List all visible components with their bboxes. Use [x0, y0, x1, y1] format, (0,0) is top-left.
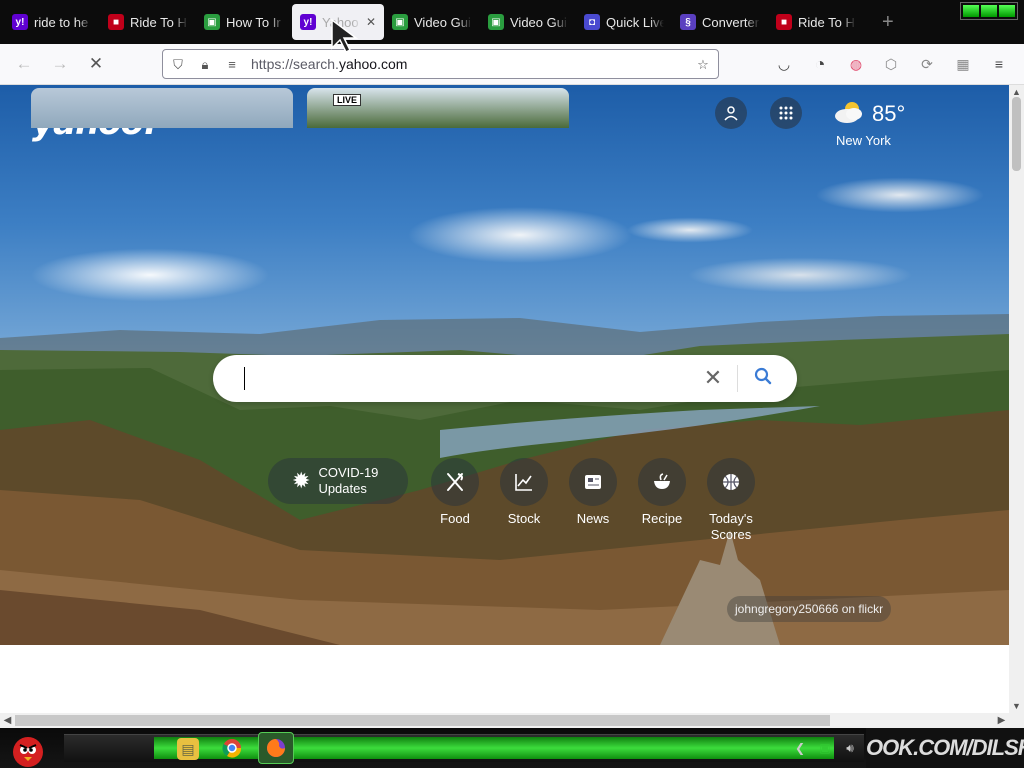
search-divider	[737, 365, 738, 392]
tab-6[interactable]: ▣ Video Gui	[480, 4, 576, 40]
scroll-thumb-horizontal[interactable]	[15, 715, 830, 726]
news-card-1[interactable]	[31, 88, 293, 128]
quick-link-todays-scores[interactable]: Today's Scores	[702, 458, 760, 543]
convert-icon: §	[680, 14, 696, 30]
chrome-icon[interactable]	[221, 738, 243, 760]
tab-7[interactable]: ◘ Quick Live	[576, 4, 672, 40]
bowl-icon	[638, 458, 686, 506]
extension-icon[interactable]: ▦	[953, 54, 973, 74]
taskbar: ▤ ❮ ▣ 🔊︎ OOK.COM/DILSHADS	[0, 728, 1024, 768]
extension-circle-icon[interactable]: ◔	[810, 54, 830, 74]
yahoo-icon: y!	[12, 14, 28, 30]
screen: y! ride to he ■ Ride To H ▣ How To Ir y!…	[0, 0, 1024, 768]
quick-link-news[interactable]: News	[568, 458, 618, 527]
scroll-right-icon[interactable]: ▶	[994, 713, 1009, 728]
url-bar[interactable]: ⛉ 🔒︎ ≡ https://search.yahoo.com ☆	[162, 49, 719, 79]
folder-icon[interactable]: ▤	[177, 738, 199, 760]
start-button[interactable]	[6, 728, 46, 768]
quick-link-label: News	[576, 511, 610, 526]
search-icon[interactable]	[749, 365, 777, 393]
clear-search-icon[interactable]: ✕	[700, 365, 726, 391]
firefox-icon[interactable]	[258, 732, 294, 764]
basketball-icon	[707, 458, 755, 506]
newspaper-icon	[569, 458, 617, 506]
scroll-thumb[interactable]	[1012, 97, 1021, 171]
navigation-bar: ← → ✕ ⛉ 🔒︎ ≡ https://search.yahoo.com ☆ …	[0, 44, 1024, 85]
tab-9[interactable]: ■ Ride To H	[768, 4, 864, 40]
quick-link-label: Stock	[507, 511, 541, 526]
live-badge: LIVE	[333, 94, 362, 106]
tab-3[interactable]: ▣ How To Ir	[196, 4, 292, 40]
tab-label: Video Gui	[414, 14, 471, 30]
vpn-icon[interactable]: ◍	[846, 54, 866, 74]
tab-label: Ride To H	[130, 14, 187, 30]
gamepad-icon: ■	[108, 14, 124, 30]
tab-bar: y! ride to he ■ Ride To H ▣ How To Ir y!…	[0, 0, 1024, 44]
permissions-icon[interactable]: ≡	[223, 56, 241, 74]
close-tab-icon[interactable]: ✕	[366, 15, 376, 29]
tab-5[interactable]: ▣ Video Gui	[384, 4, 480, 40]
tab-label: How To Ir	[226, 14, 281, 30]
menu-hamburger-icon[interactable]: ≡	[989, 54, 1009, 74]
cube-icon: ▣	[488, 14, 504, 30]
quick-link-label: Today's Scores	[709, 511, 753, 542]
covid-updates-link[interactable]: ✹ COVID-19 Updates	[268, 458, 408, 504]
new-tab-button[interactable]: +	[882, 11, 894, 34]
shield-icon[interactable]: ⛉	[169, 56, 187, 74]
app-icon: ◘	[584, 14, 600, 30]
forward-arrow-icon[interactable]: →	[50, 54, 70, 74]
back-arrow-icon[interactable]: ←	[14, 54, 34, 74]
pocket-icon[interactable]: ◡	[774, 54, 794, 74]
scroll-up-icon[interactable]: ▲	[1009, 87, 1024, 97]
scroll-down-icon[interactable]: ▼	[1009, 701, 1024, 711]
fork-knife-icon	[431, 458, 479, 506]
quick-link-label: Recipe	[641, 511, 683, 526]
history-icon[interactable]: ⟳	[917, 54, 937, 74]
scroll-left-icon[interactable]: ◀	[0, 713, 15, 728]
user-profile-icon[interactable]	[715, 97, 747, 129]
text-caret	[244, 367, 245, 390]
lock-icon[interactable]: 🔒︎	[196, 56, 214, 74]
quick-link-food[interactable]: Food	[430, 458, 480, 527]
tab-1[interactable]: y! ride to he	[4, 4, 100, 40]
bookmark-star-icon[interactable]: ☆	[694, 56, 712, 74]
taskbar-glow	[154, 737, 834, 759]
window-controls[interactable]	[960, 2, 1018, 20]
tab-label: Video Gui	[510, 14, 567, 30]
covid-line2: Updates	[318, 481, 367, 496]
stop-loading-icon[interactable]: ✕	[86, 54, 106, 74]
quick-link-stock[interactable]: Stock	[499, 458, 549, 527]
tab-label: Converter	[702, 14, 760, 30]
cube-icon: ▣	[392, 14, 408, 30]
tray-arrow-icon[interactable]: ❮	[792, 741, 808, 757]
quick-link-label: Food	[440, 511, 470, 526]
yahoo-icon: y!	[300, 14, 316, 30]
cube-icon: ▣	[204, 14, 220, 30]
news-card-2[interactable]: LIVE	[307, 88, 569, 128]
cloud-sun-icon	[832, 99, 866, 130]
volume-icon[interactable]: 🔊︎	[842, 741, 858, 757]
tab-label: Quick Live	[606, 14, 664, 30]
network-icon[interactable]: ▣	[817, 741, 833, 757]
virus-icon: ✹	[292, 468, 311, 493]
gamepad-icon: ■	[776, 14, 792, 30]
chart-icon	[500, 458, 548, 506]
puzzle-icon[interactable]: ⬡	[881, 54, 901, 74]
vertical-scrollbar[interactable]: ▲ ▼	[1009, 85, 1024, 713]
weather-temperature: 85°	[872, 101, 906, 126]
quick-link-recipe[interactable]: Recipe	[637, 458, 687, 527]
tab-8[interactable]: § Converter	[672, 4, 768, 40]
page-content: yahoo! 85° New York ✕ ✹ COVID-19Updates	[0, 85, 1009, 713]
photo-credit[interactable]: johngregory250666 on flickr	[727, 596, 892, 622]
tab-label: ride to he	[34, 14, 89, 30]
covid-line1: COVID-19	[318, 465, 379, 480]
url-text[interactable]: https://search.yahoo.com	[251, 56, 407, 72]
weather-city: New York	[836, 133, 891, 148]
apps-grid-icon[interactable]	[770, 97, 802, 129]
search-box[interactable]: ✕	[213, 355, 797, 402]
horizontal-scrollbar[interactable]: ◀ ▶	[0, 713, 1024, 728]
tab-label: Ride To H	[798, 14, 855, 30]
tab-2[interactable]: ■ Ride To H	[100, 4, 196, 40]
watermark-banner: OOK.COM/DILSHADS	[866, 728, 1024, 768]
